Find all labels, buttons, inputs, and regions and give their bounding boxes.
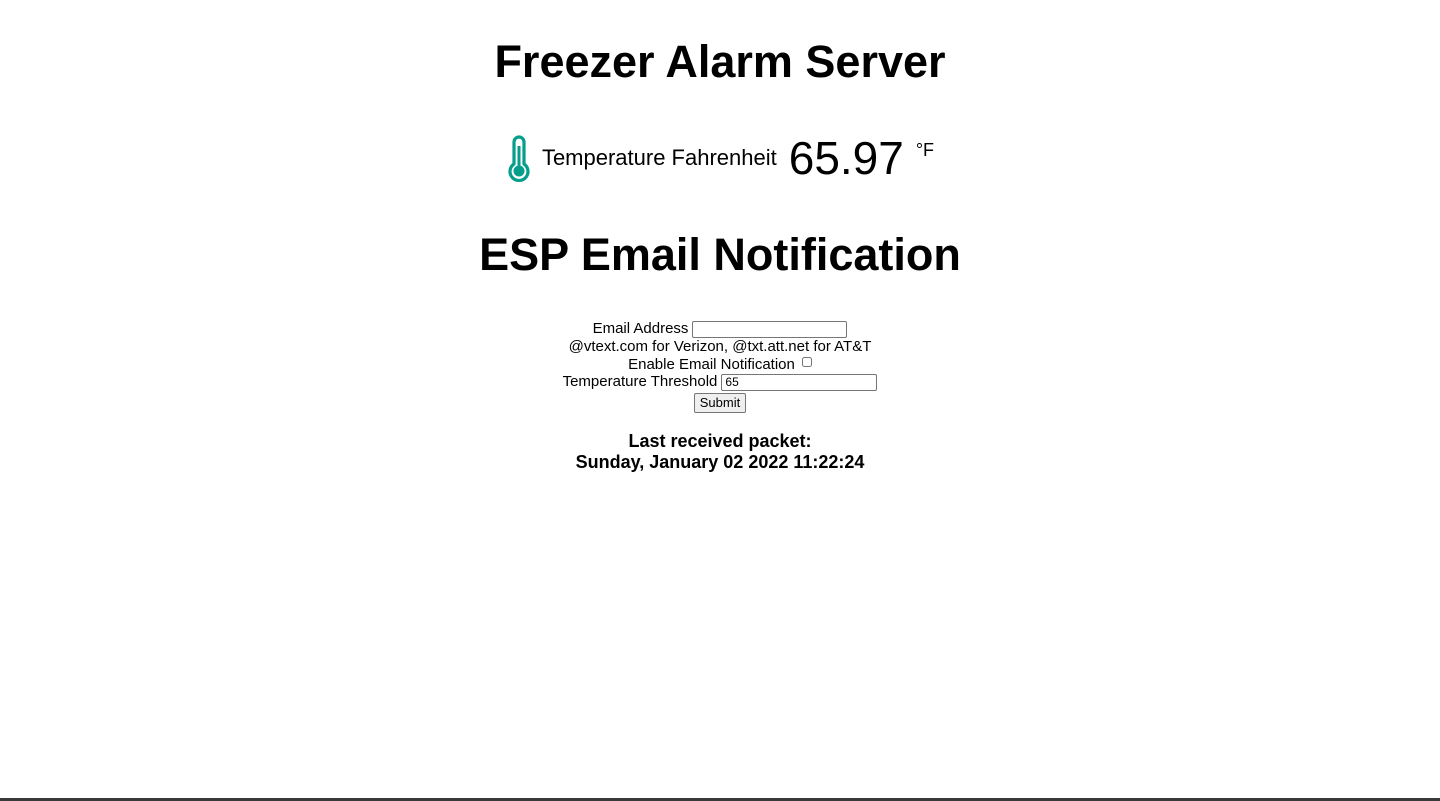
- enable-label: Enable Email Notification: [628, 355, 795, 373]
- email-field[interactable]: [692, 320, 848, 338]
- thermometer-icon: [506, 134, 532, 183]
- submit-row: Submit: [0, 392, 1440, 414]
- email-label: Email Address: [592, 320, 689, 337]
- last-packet: Last received packet: Sunday, January 02…: [0, 431, 1440, 473]
- notification-title: ESP Email Notification: [479, 229, 961, 280]
- temperature-label: Temperature Fahrenheit: [541, 145, 777, 170]
- page-title: Freezer Alarm Server: [494, 36, 946, 87]
- last-packet-label: Last received packet:: [628, 431, 812, 451]
- enable-row: Enable Email Notification: [0, 356, 1440, 373]
- threshold-row: Temperature Threshold: [0, 373, 1440, 391]
- email-row: Email Address: [0, 319, 1440, 339]
- temperature-row: Temperature Fahrenheit 65.97 °F: [0, 130, 1440, 186]
- enable-notification-checkbox[interactable]: [801, 356, 812, 367]
- temperature-value: 65.97: [788, 132, 904, 184]
- carrier-hint-text: @vtext.com for Verizon, @txt.att.net for…: [568, 338, 872, 355]
- last-packet-timestamp: Sunday, January 02 2022 11:22:24: [575, 452, 865, 472]
- page: Freezer Alarm Server Temperature Fahrenh…: [0, 0, 1440, 801]
- temperature-unit: °F: [915, 140, 935, 160]
- threshold-field[interactable]: [721, 373, 878, 391]
- threshold-label: Temperature Threshold: [562, 373, 718, 390]
- submit-button[interactable]: Submit: [693, 393, 747, 413]
- notification-form: Email Address @vtext.com for Verizon, @t…: [0, 319, 1440, 414]
- carrier-hint: @vtext.com for Verizon, @txt.att.net for…: [0, 338, 1440, 356]
